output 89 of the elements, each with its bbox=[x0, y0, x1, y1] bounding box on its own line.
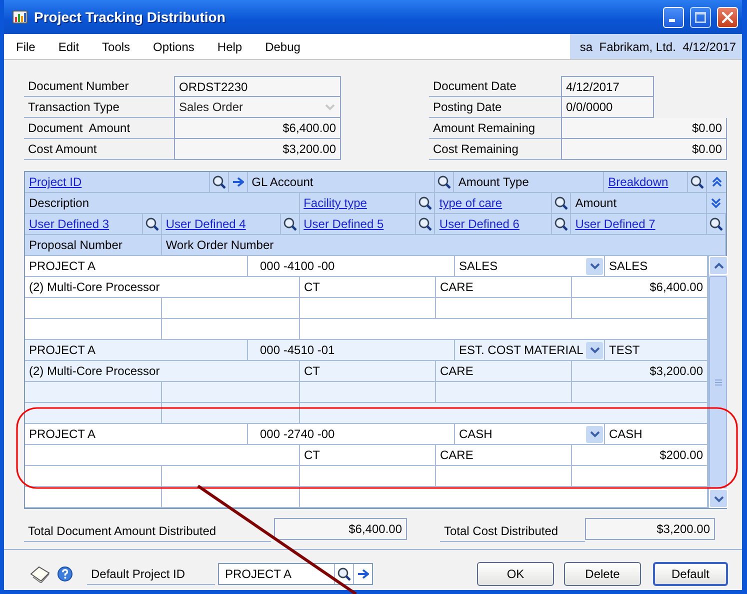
table-cell: CT bbox=[300, 445, 436, 465]
column-link[interactable]: Breakdown bbox=[604, 173, 687, 191]
menu-item[interactable]: Options bbox=[141, 38, 206, 56]
chevron-down-icon bbox=[714, 494, 724, 504]
total-label: Total Document Amount Distributed bbox=[24, 518, 271, 542]
chevron-up-icon bbox=[714, 260, 724, 270]
column-header: Amount bbox=[574, 195, 618, 212]
dropdown-button[interactable] bbox=[586, 342, 603, 358]
table-cell-text: SALES bbox=[459, 258, 498, 275]
menu-item[interactable]: Debug bbox=[253, 38, 312, 56]
note-icon[interactable] bbox=[29, 564, 51, 582]
search-icon[interactable] bbox=[418, 196, 432, 210]
default-project-field[interactable]: PROJECT A bbox=[218, 562, 373, 584]
table-cell: 000 -4100 -00 bbox=[248, 256, 455, 276]
table-cell: PROJECT A bbox=[25, 424, 248, 444]
window-title: Project Tracking Distribution bbox=[34, 8, 226, 27]
expand-icon[interactable] bbox=[710, 197, 722, 209]
column-link[interactable]: Project ID bbox=[25, 173, 209, 191]
table-cell: 000 -2740 -00 bbox=[248, 424, 455, 444]
table-cell: (2) Multi-Core Processor bbox=[25, 277, 300, 297]
column-link[interactable]: User Defined 7 bbox=[571, 215, 706, 233]
table-cell: CT bbox=[300, 277, 436, 297]
column-header: Amount Type bbox=[457, 174, 530, 191]
search-icon[interactable] bbox=[144, 217, 159, 231]
maximize-button[interactable] bbox=[690, 6, 711, 28]
column-link[interactable]: User Defined 6 bbox=[435, 215, 552, 233]
scroll-thumb[interactable] bbox=[709, 276, 727, 488]
minimize-button[interactable] bbox=[663, 6, 684, 28]
table-cell: CARE bbox=[436, 445, 572, 465]
input-field[interactable]: $0.00 bbox=[561, 118, 727, 139]
search-icon[interactable] bbox=[554, 196, 568, 210]
menu-item[interactable]: Edit bbox=[46, 38, 90, 56]
collapse-icon[interactable] bbox=[710, 176, 722, 188]
menu-item[interactable]: Tools bbox=[90, 38, 142, 56]
search-icon[interactable] bbox=[418, 217, 432, 231]
search-icon[interactable] bbox=[554, 217, 568, 231]
scroll-up-button[interactable] bbox=[709, 256, 728, 275]
column-link[interactable]: User Defined 3 bbox=[25, 215, 142, 233]
dropdown-button[interactable] bbox=[586, 426, 603, 442]
app-icon bbox=[12, 9, 28, 25]
column-link[interactable]: Facility type bbox=[300, 194, 416, 212]
column-link[interactable]: type of care bbox=[435, 194, 552, 212]
dialog-button[interactable]: Default bbox=[653, 562, 728, 586]
maximize-icon bbox=[695, 12, 706, 22]
table-cell: PROJECT A bbox=[25, 340, 248, 360]
table-cell: 000 -4510 -01 bbox=[248, 340, 455, 360]
close-icon bbox=[722, 12, 733, 22]
table-cell: CARE bbox=[436, 361, 572, 381]
input-field[interactable]: ORDST2230 bbox=[174, 76, 341, 97]
input-field[interactable]: $0.00 bbox=[561, 139, 727, 160]
table-cell-text: EST. COST MATERIAL bbox=[459, 342, 584, 359]
input-field[interactable]: 4/12/2017 bbox=[561, 76, 654, 97]
input-field[interactable]: 0/0/0000 bbox=[561, 97, 654, 118]
column-link[interactable]: User Defined 5 bbox=[300, 215, 416, 233]
search-icon[interactable] bbox=[709, 217, 724, 231]
search-icon[interactable] bbox=[337, 566, 351, 580]
input-field[interactable]: $3,200.00 bbox=[174, 139, 341, 160]
arrow-right-icon[interactable] bbox=[357, 566, 369, 580]
menu-item[interactable]: File bbox=[4, 38, 46, 56]
minimize-icon bbox=[669, 19, 675, 22]
column-header: Work Order Number bbox=[164, 237, 275, 254]
table-cell: PROJECT A bbox=[25, 256, 248, 276]
table-cell: (2) Multi-Core Processor bbox=[25, 361, 300, 381]
column-header: Description bbox=[28, 195, 90, 212]
table-cell: CT bbox=[300, 361, 436, 381]
dialog-button[interactable]: Delete bbox=[564, 562, 641, 586]
total-value: $6,400.00 bbox=[274, 518, 407, 540]
close-button[interactable] bbox=[717, 6, 738, 28]
column-header: GL Account bbox=[250, 174, 314, 191]
field-label: Default Project ID bbox=[87, 562, 215, 584]
dropdown-button[interactable] bbox=[586, 258, 603, 274]
table-cell-text: CASH bbox=[459, 426, 492, 443]
scroll-down-button[interactable] bbox=[709, 489, 728, 508]
column-link[interactable]: User Defined 4 bbox=[162, 215, 280, 233]
search-icon[interactable] bbox=[282, 217, 297, 231]
help-icon[interactable] bbox=[57, 566, 73, 582]
column-header: Proposal Number bbox=[28, 237, 124, 254]
search-icon[interactable] bbox=[437, 175, 452, 189]
search-icon[interactable] bbox=[690, 175, 704, 189]
dialog-button[interactable]: OK bbox=[477, 562, 554, 586]
table-cell: CARE bbox=[436, 277, 572, 297]
grip-icon bbox=[714, 378, 722, 386]
total-value: $3,200.00 bbox=[585, 518, 715, 540]
dropdown-field: Sales Order bbox=[174, 97, 341, 118]
arrow-right-icon[interactable] bbox=[232, 175, 244, 189]
input-field[interactable]: $6,400.00 bbox=[174, 118, 341, 139]
user-info: sa Fabrikam, Ltd. 4/12/2017 bbox=[570, 34, 742, 59]
search-icon[interactable] bbox=[212, 175, 226, 189]
menu-item[interactable]: Help bbox=[205, 38, 254, 56]
